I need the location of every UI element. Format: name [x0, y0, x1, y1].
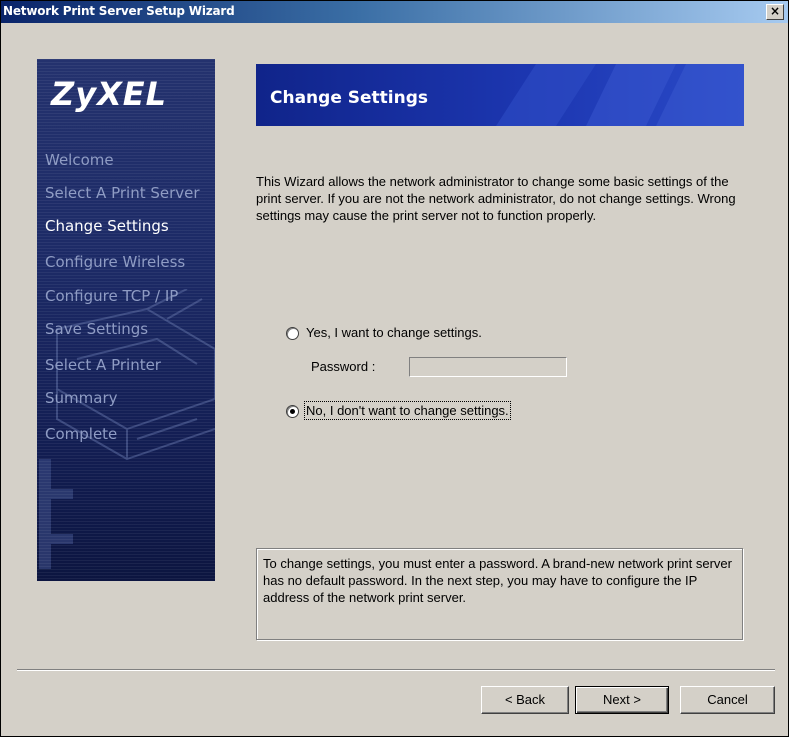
step-select-print-server: Select A Print Server	[45, 184, 200, 202]
radio-selected-dot	[290, 409, 295, 414]
next-button[interactable]: Next >	[575, 686, 669, 714]
step-save-settings: Save Settings	[45, 320, 149, 338]
separator	[17, 669, 775, 671]
info-box: To change settings, you must enter a pas…	[256, 548, 743, 640]
step-configure-wireless: Configure Wireless	[45, 253, 186, 271]
password-field[interactable]	[409, 357, 567, 377]
wizard-sidebar: ZyXEL Welcome Select A Print Server Chan…	[37, 59, 215, 581]
step-summary: Summary	[45, 389, 118, 407]
radio-no-change[interactable]	[286, 405, 299, 418]
close-button[interactable]: ×	[766, 4, 784, 20]
title-bar[interactable]: Network Print Server Setup Wizard ×	[1, 1, 788, 23]
step-welcome: Welcome	[45, 151, 114, 169]
step-change-settings: Change Settings	[45, 217, 169, 235]
step-complete: Complete	[45, 425, 118, 443]
intro-text: This Wizard allows the network administr…	[256, 174, 736, 223]
cancel-button[interactable]: Cancel	[680, 686, 775, 714]
back-button[interactable]: < Back	[481, 686, 569, 714]
page-title: Change Settings	[270, 88, 429, 108]
step-select-printer: Select A Printer	[45, 356, 161, 374]
header-banner: Change Settings	[256, 64, 744, 126]
password-label: Password :	[311, 359, 376, 374]
wizard-window: Network Print Server Setup Wizard × ZyXE…	[0, 0, 789, 737]
radio-yes-label[interactable]: Yes, I want to change settings.	[306, 325, 482, 340]
radio-no-label[interactable]: No, I don't want to change settings.	[304, 401, 511, 420]
zyxel-logo: ZyXEL	[51, 75, 167, 113]
window-title: Network Print Server Setup Wizard	[3, 4, 235, 18]
radio-yes-change[interactable]	[286, 327, 299, 340]
step-configure-tcp-ip: Configure TCP / IP	[45, 287, 179, 305]
